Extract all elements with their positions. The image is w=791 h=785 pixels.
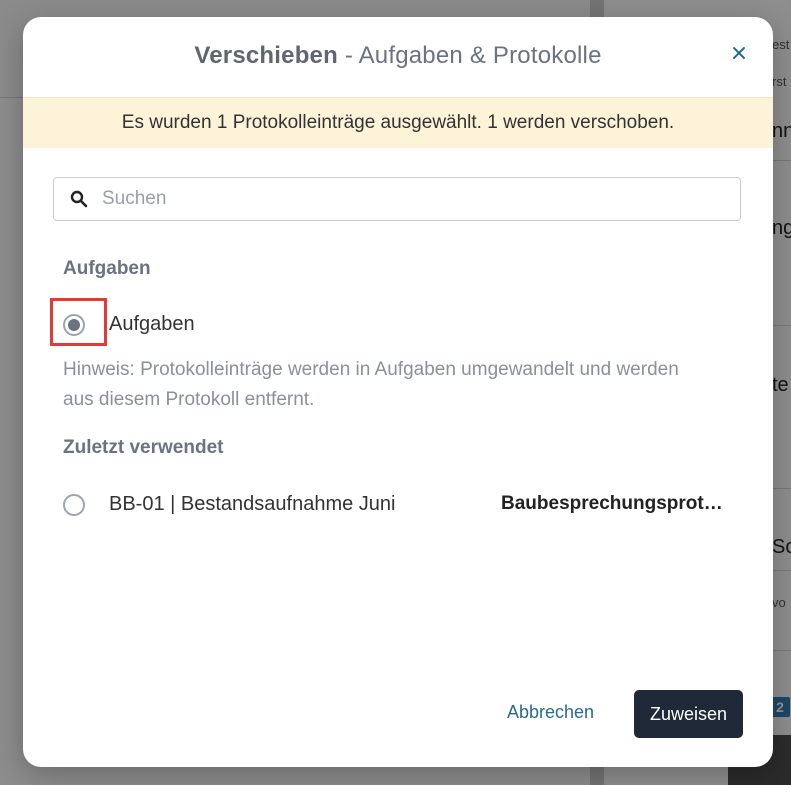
info-banner: Es wurden 1 Protokolleinträge ausgewählt… [23, 97, 773, 148]
close-icon [733, 47, 745, 59]
dialog-title-action: Verschieben [194, 42, 338, 69]
assign-button[interactable]: Zuweisen [634, 690, 743, 738]
dialog-title-context: - Aufgaben & Protokolle [337, 42, 602, 69]
close-button[interactable] [727, 41, 751, 65]
hint-text: Hinweis: Protokolleinträge werden in Auf… [63, 359, 679, 410]
search-field[interactable] [53, 177, 741, 221]
radio-label-tasks: Aufgaben [109, 313, 195, 335]
recent-item-label: BB-01 | Bestandsaufnahme Juni [109, 493, 396, 515]
radio-option-recent[interactable]: BB-01 | Bestandsaufnahme Juni [63, 493, 395, 516]
recent-item-type: Baubesprechungsprotokoll [501, 493, 733, 514]
highlight-annotation [50, 298, 107, 346]
dialog-header: Verschieben - Aufgaben & Protokolle [23, 17, 773, 97]
move-dialog: Verschieben - Aufgaben & Protokolle Es w… [23, 17, 773, 767]
search-input[interactable] [100, 187, 740, 211]
section-heading-recent: Zuletzt verwendet [63, 437, 224, 458]
dialog-title: Verschieben - Aufgaben & Protokolle [194, 42, 601, 70]
search-icon [68, 188, 90, 210]
section-heading-tasks: Aufgaben [63, 258, 151, 279]
cancel-button[interactable]: Abbrechen [507, 702, 594, 723]
radio-button-recent[interactable] [63, 493, 85, 516]
